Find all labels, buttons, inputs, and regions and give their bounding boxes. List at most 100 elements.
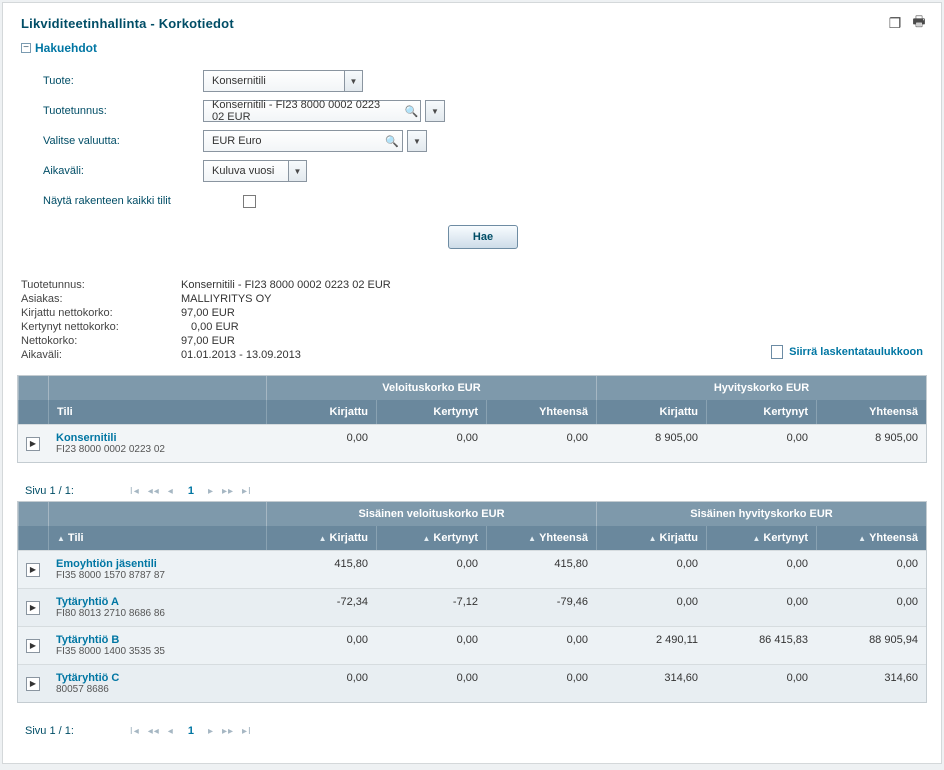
pager-prev-icon[interactable]: ◂◂ [148, 486, 160, 497]
account-name[interactable]: Konsernitili [56, 432, 258, 444]
period-select[interactable]: Kuluva vuosi ▼ [203, 160, 307, 182]
account-number: FI80 8013 2710 8686 86 [56, 608, 258, 619]
expand-row-button[interactable]: ▶ [26, 563, 40, 577]
page-title: Likviditeetinhallinta - Korkotiedot [21, 16, 234, 31]
summary-tunnus-value: Konsernitili - FI23 8000 0002 0223 02 EU… [181, 279, 391, 291]
currency-select[interactable]: EUR Euro 🔍 [203, 130, 403, 152]
summary-netto-label: Nettokorko: [21, 335, 181, 347]
document-icon [771, 345, 783, 359]
col-kertynyt[interactable]: ▲Kertynyt [706, 526, 816, 550]
export-label: Siirrä laskentataulukkoon [789, 346, 923, 358]
expand-row-button[interactable]: ▶ [26, 639, 40, 653]
col-kertynyt[interactable]: Kertynyt [706, 400, 816, 424]
group-debit-header: Sisäinen veloituskorko EUR [266, 502, 596, 526]
pager-next-icon[interactable]: ▸▸ [222, 726, 234, 737]
tunnus-label: Tuotetunnus: [43, 105, 203, 117]
cell-c-yhteensa: 8 905,00 [816, 425, 926, 462]
col-yhteensa[interactable]: Yhteensä [816, 400, 926, 424]
pager-prev-icon[interactable]: ◂◂ [148, 726, 160, 737]
cell-c-kirjattu: 0,00 [596, 589, 706, 626]
currency-dropdown-button[interactable]: ▼ [407, 130, 427, 152]
cell-d-kirjattu: -72,34 [266, 589, 376, 626]
pager-first-icon[interactable]: I◂ [130, 726, 140, 737]
expand-row-button[interactable]: ▶ [26, 677, 40, 691]
sort-icon: ▲ [319, 534, 327, 543]
pager-next-one-icon[interactable]: ▸ [208, 726, 214, 737]
pager-label: Sivu 1 / 1: [25, 725, 74, 737]
currency-value: EUR Euro [204, 135, 270, 147]
empty-header [48, 376, 266, 400]
empty-header [18, 376, 48, 400]
col-kertynyt[interactable]: Kertynyt [376, 400, 486, 424]
col-yhteensa[interactable]: Yhteensä [486, 400, 596, 424]
cell-d-kertynyt: -7,12 [376, 589, 486, 626]
account-name[interactable]: Tytäryhtiö B [56, 634, 258, 646]
showall-label: Näytä rakenteen kaikki tilit [43, 195, 243, 207]
summary-kertynyt-value: 0,00 EUR [191, 321, 239, 333]
sort-icon: ▲ [858, 534, 866, 543]
account-name[interactable]: Emoyhtiön jäsentili [56, 558, 258, 570]
chevron-down-icon: ▼ [344, 71, 362, 91]
cell-c-kertynyt: 0,00 [706, 551, 816, 588]
expand-row-button[interactable]: ▶ [26, 437, 40, 451]
tunnus-dropdown-button[interactable]: ▼ [425, 100, 445, 122]
pager-last-icon[interactable]: ▸I [242, 726, 252, 737]
col-yhteensa[interactable]: ▲Yhteensä [816, 526, 926, 550]
cell-d-yhteensa: 0,00 [486, 665, 596, 702]
expand-row-button[interactable]: ▶ [26, 601, 40, 615]
export-link[interactable]: Siirrä laskentataulukkoon [771, 345, 923, 359]
pager-prev-one-icon[interactable]: ◂ [168, 486, 174, 497]
cell-c-kertynyt: 0,00 [706, 589, 816, 626]
search-button[interactable]: Hae [448, 225, 518, 249]
cell-d-kertynyt: 0,00 [376, 665, 486, 702]
help-icon[interactable]: ❐ [887, 15, 903, 31]
account-name[interactable]: Tytäryhtiö C [56, 672, 258, 684]
print-icon[interactable]: 🖶 [911, 15, 927, 31]
pager-next-one-icon[interactable]: ▸ [208, 486, 214, 497]
cell-c-kertynyt: 86 415,83 [706, 627, 816, 664]
group-credit-header: Hyvityskorko EUR [596, 376, 926, 400]
cell-c-yhteensa: 0,00 [816, 589, 926, 626]
account-number: FI23 8000 0002 0223 02 [56, 444, 258, 455]
col-kirjattu[interactable]: Kirjattu [596, 400, 706, 424]
period-value: Kuluva vuosi [204, 165, 282, 177]
col-tili[interactable]: Tili [48, 400, 266, 424]
pager-next-icon[interactable]: ▸▸ [222, 486, 234, 497]
summary-asiakas-label: Asiakas: [21, 293, 181, 305]
group-credit-header: Sisäinen hyvityskorko EUR [596, 502, 926, 526]
product-select[interactable]: Konsernitili ▼ [203, 70, 363, 92]
col-kirjattu[interactable]: ▲Kirjattu [596, 526, 706, 550]
col-kertynyt[interactable]: ▲Kertynyt [376, 526, 486, 550]
cell-d-kertynyt: 0,00 [376, 425, 486, 462]
chevron-down-icon: ▼ [408, 131, 426, 151]
pager-current: 1 [182, 485, 200, 497]
sort-icon: ▲ [649, 534, 657, 543]
tunnus-select[interactable]: Konsernitili - FI23 8000 0002 0223 02 EU… [203, 100, 421, 122]
pager-label: Sivu 1 / 1: [25, 485, 74, 497]
summary-asiakas-value: MALLIYRITYS OY [181, 293, 271, 305]
pager-last-icon[interactable]: ▸I [242, 486, 252, 497]
account-number: FI35 8000 1400 3535 35 [56, 646, 258, 657]
col-tili[interactable]: ▲Tili [48, 526, 266, 550]
cell-d-kirjattu: 0,00 [266, 425, 376, 462]
cell-d-kertynyt: 0,00 [376, 627, 486, 664]
account-number: 80057 8686 [56, 684, 258, 695]
cell-c-yhteensa: 0,00 [816, 551, 926, 588]
showall-checkbox[interactable] [243, 195, 256, 208]
cell-c-yhteensa: 88 905,94 [816, 627, 926, 664]
collapse-icon[interactable]: − [21, 43, 31, 53]
cell-c-kertynyt: 0,00 [706, 665, 816, 702]
product-value: Konsernitili [204, 75, 274, 87]
sort-icon: ▲ [57, 534, 65, 543]
chevron-down-icon: ▼ [426, 101, 444, 121]
pager-first-icon[interactable]: I◂ [130, 486, 140, 497]
search-icon: 🔍 [403, 101, 420, 121]
col-kirjattu[interactable]: Kirjattu [266, 400, 376, 424]
cell-c-yhteensa: 314,60 [816, 665, 926, 702]
col-yhteensa[interactable]: ▲Yhteensä [486, 526, 596, 550]
pager-prev-one-icon[interactable]: ◂ [168, 726, 174, 737]
currency-label: Valitse valuutta: [43, 135, 203, 147]
account-name[interactable]: Tytäryhtiö A [56, 596, 258, 608]
cell-d-yhteensa: 0,00 [486, 425, 596, 462]
col-kirjattu[interactable]: ▲Kirjattu [266, 526, 376, 550]
